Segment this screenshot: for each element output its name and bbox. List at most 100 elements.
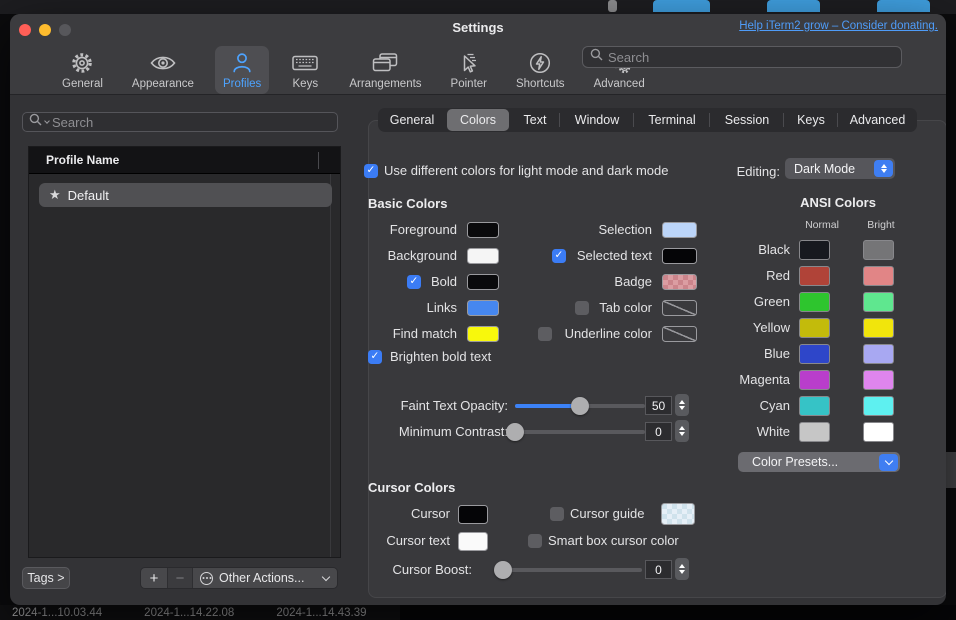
ansi-colors-title: ANSI Colors (768, 195, 908, 210)
ansi-red-bright-well[interactable] (863, 266, 894, 286)
selection-color-well[interactable] (662, 222, 697, 238)
editing-mode-popup[interactable]: Dark Mode (785, 158, 895, 179)
tab-session[interactable]: Session (710, 108, 784, 132)
tab-text[interactable]: Text (510, 108, 560, 132)
ansi-blue-bright-well[interactable] (863, 344, 894, 364)
nav-item-appearance[interactable]: Appearance (124, 46, 202, 94)
search-input[interactable] (608, 50, 894, 65)
windows-icon (370, 49, 400, 76)
add-profile-button[interactable]: + (141, 568, 168, 588)
links-label: Links (337, 300, 457, 316)
ansi-row-label: Yellow (700, 320, 790, 336)
ansi-cyan-bright-well[interactable] (863, 396, 894, 416)
tab-window[interactable]: Window (560, 108, 634, 132)
nav-item-profiles[interactable]: Profiles (215, 46, 269, 94)
background-file-labels: 2024-1...10.03.44 2024-1...14.22.08 2024… (12, 607, 472, 620)
background-color-well[interactable] (467, 248, 499, 264)
min-contrast-stepper[interactable] (675, 420, 689, 442)
ansi-white-normal-well[interactable] (799, 422, 830, 442)
chevron-down-icon (322, 572, 330, 580)
brighten-bold-label: Brighten bold text (390, 349, 491, 365)
smart-box-checkbox[interactable] (528, 534, 542, 548)
links-color-well[interactable] (467, 300, 499, 316)
selected-text-color-well[interactable] (662, 248, 697, 264)
min-contrast-slider[interactable] (515, 430, 645, 434)
cursor-label: Cursor (350, 506, 450, 522)
tab-advanced[interactable]: Advanced (838, 108, 917, 132)
cursor-boost-slider[interactable] (503, 568, 642, 572)
profile-search-input[interactable] (52, 115, 331, 130)
ansi-green-bright-well[interactable] (863, 292, 894, 312)
cursor-boost-value[interactable]: 0 (645, 560, 672, 579)
ansi-magenta-normal-well[interactable] (799, 370, 830, 390)
slider-knob[interactable] (506, 423, 524, 441)
ansi-black-bright-well[interactable] (863, 240, 894, 260)
ansi-row-label: Green (700, 294, 790, 310)
other-actions-label: Other Actions... (219, 571, 304, 585)
min-contrast-value[interactable]: 0 (645, 422, 672, 441)
other-actions-popup[interactable]: Other Actions... (193, 568, 337, 588)
selected-text-label: Selected text (542, 248, 652, 264)
nav-item-pointer[interactable]: Pointer (443, 46, 495, 94)
ansi-cyan-normal-well[interactable] (799, 396, 830, 416)
cursor-boost-stepper[interactable] (675, 558, 689, 580)
faint-opacity-value[interactable]: 50 (645, 396, 672, 415)
remove-profile-button[interactable]: − (168, 568, 193, 588)
ansi-row-label: Red (700, 268, 790, 284)
cursor-icon (456, 49, 482, 76)
cursor-guide-color-well[interactable] (661, 503, 695, 525)
nav-item-arrangements[interactable]: Arrangements (341, 46, 429, 94)
ansi-blue-normal-well[interactable] (799, 344, 830, 364)
ansi-red-normal-well[interactable] (799, 266, 830, 286)
ansi-yellow-normal-well[interactable] (799, 318, 830, 338)
nav-item-general[interactable]: General (54, 46, 111, 94)
find-match-color-well[interactable] (467, 326, 499, 342)
nav-label: Advanced (594, 78, 645, 90)
cursor-color-well[interactable] (458, 505, 488, 524)
ansi-magenta-bright-well[interactable] (863, 370, 894, 390)
tab-keys[interactable]: Keys (784, 108, 838, 132)
cursor-text-color-well[interactable] (458, 532, 488, 551)
profile-tabstrip: General Colors Text Window Terminal Sess… (378, 108, 917, 132)
bold-label: Bold (337, 274, 457, 290)
ansi-green-normal-well[interactable] (799, 292, 830, 312)
toolbar-search-field[interactable] (582, 46, 902, 68)
tab-terminal[interactable]: Terminal (634, 108, 710, 132)
ansi-row-label: Black (700, 242, 790, 258)
ansi-yellow-bright-well[interactable] (863, 318, 894, 338)
settings-window: Settings Help iTerm2 grow – Consider don… (10, 14, 946, 605)
nav-item-shortcuts[interactable]: Shortcuts (508, 46, 573, 94)
find-match-label: Find match (337, 326, 457, 342)
tab-colors[interactable]: Colors (447, 109, 509, 131)
chevron-down-icon (44, 118, 50, 124)
basic-colors-title: Basic Colors (368, 196, 447, 211)
window-toolbar: Settings Help iTerm2 grow – Consider don… (10, 14, 946, 95)
ansi-black-normal-well[interactable] (799, 240, 830, 260)
different-colors-checkbox[interactable] (364, 164, 378, 178)
profile-search-field[interactable] (22, 112, 338, 132)
tab-general[interactable]: General (378, 108, 446, 132)
faint-opacity-slider[interactable] (515, 404, 645, 408)
color-presets-popup[interactable]: Color Presets... (738, 452, 900, 472)
brighten-bold-checkbox[interactable] (368, 350, 382, 364)
profile-row-default[interactable]: ★ Default (39, 183, 332, 207)
cursor-guide-checkbox[interactable] (550, 507, 564, 521)
slider-knob[interactable] (571, 397, 589, 415)
foreground-color-well[interactable] (467, 222, 499, 238)
background-file-label: 2024-1...10.03.44 (12, 607, 102, 620)
badge-color-well[interactable] (662, 274, 697, 290)
ansi-row-label: Magenta (700, 372, 790, 388)
underline-color-well[interactable] (662, 326, 697, 342)
nav-item-keys[interactable]: Keys (282, 46, 328, 94)
slider-knob[interactable] (494, 561, 512, 579)
tab-color-well[interactable] (662, 300, 697, 316)
min-contrast-label: Minimum Contrast: (348, 424, 508, 440)
ansi-white-bright-well[interactable] (863, 422, 894, 442)
faint-opacity-stepper[interactable] (675, 394, 689, 416)
nav-label: Appearance (132, 78, 194, 90)
tags-button[interactable]: Tags > (22, 567, 70, 589)
donate-link[interactable]: Help iTerm2 grow – Consider donating. (739, 20, 938, 32)
eye-icon (149, 49, 177, 76)
ansi-bright-header: Bright (843, 219, 919, 231)
bold-color-well[interactable] (467, 274, 499, 290)
